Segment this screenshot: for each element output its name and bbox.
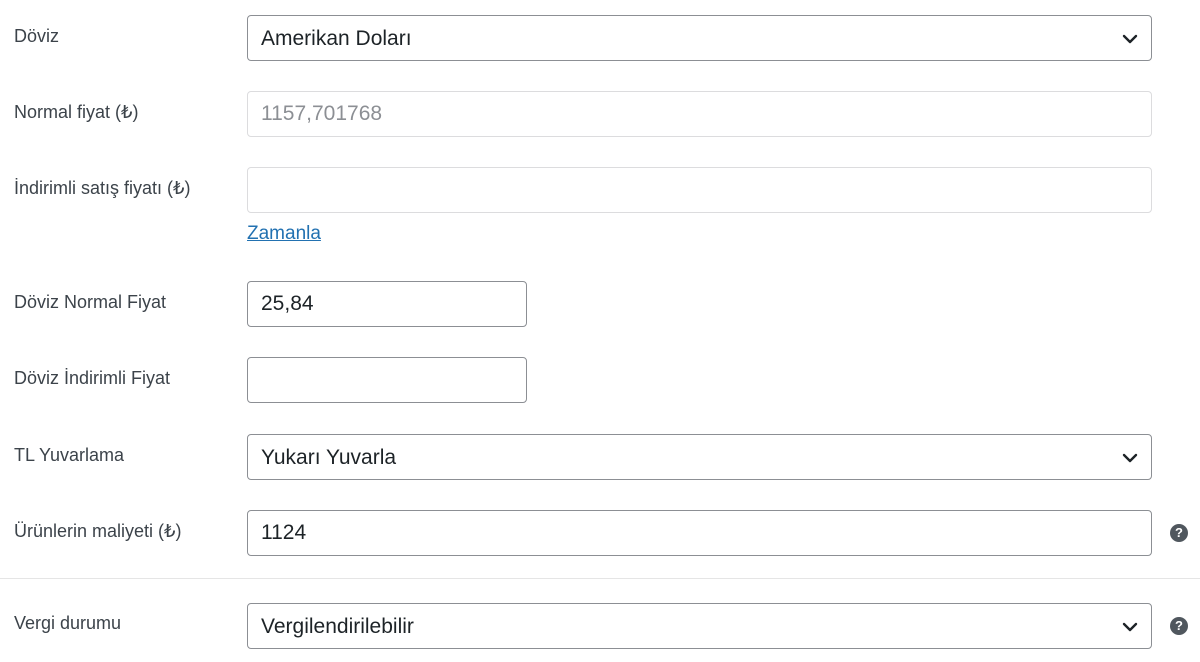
currency-label: Döviz (14, 26, 60, 46)
schedule-link[interactable]: Zamanla (247, 223, 321, 245)
currency-sale-price-input[interactable] (247, 357, 527, 403)
currency-sale-price-label: Döviz İndirimli Fiyat (14, 368, 171, 388)
chevron-down-icon (1122, 622, 1138, 632)
chevron-down-icon (1122, 34, 1138, 44)
help-circle-icon[interactable]: ? (1170, 524, 1188, 542)
chevron-down-icon (1122, 453, 1138, 463)
tax-status-select-value: Vergilendirilebilir (261, 615, 414, 638)
regular-price-input[interactable] (247, 91, 1152, 137)
cost-of-goods-input[interactable] (247, 510, 1152, 556)
cost-of-goods-label: Ürünlerin maliyeti (₺) (14, 521, 182, 541)
tl-rounding-label: TL Yuvarlama (14, 445, 125, 465)
tl-rounding-select[interactable]: Yukarı Yuvarla (247, 434, 1152, 480)
tl-rounding-select-value: Yukarı Yuvarla (261, 446, 397, 469)
help-circle-icon[interactable]: ? (1170, 617, 1188, 635)
currency-select[interactable]: Amerikan Doları (247, 15, 1152, 61)
currency-regular-price-label: Döviz Normal Fiyat (14, 292, 167, 312)
tax-status-select[interactable]: Vergilendirilebilir (247, 603, 1152, 649)
pricing-form: Döviz Amerikan Doları Normal fiyat (₺) İ… (0, 0, 1200, 662)
tax-status-label: Vergi durumu (14, 613, 122, 633)
currency-select-value: Amerikan Doları (261, 27, 412, 50)
currency-regular-price-input[interactable] (247, 281, 527, 327)
section-divider (0, 578, 1200, 579)
sale-price-input[interactable] (247, 167, 1152, 213)
sale-price-label: İndirimli satış fiyatı (₺) (14, 178, 191, 198)
regular-price-label: Normal fiyat (₺) (14, 102, 139, 122)
